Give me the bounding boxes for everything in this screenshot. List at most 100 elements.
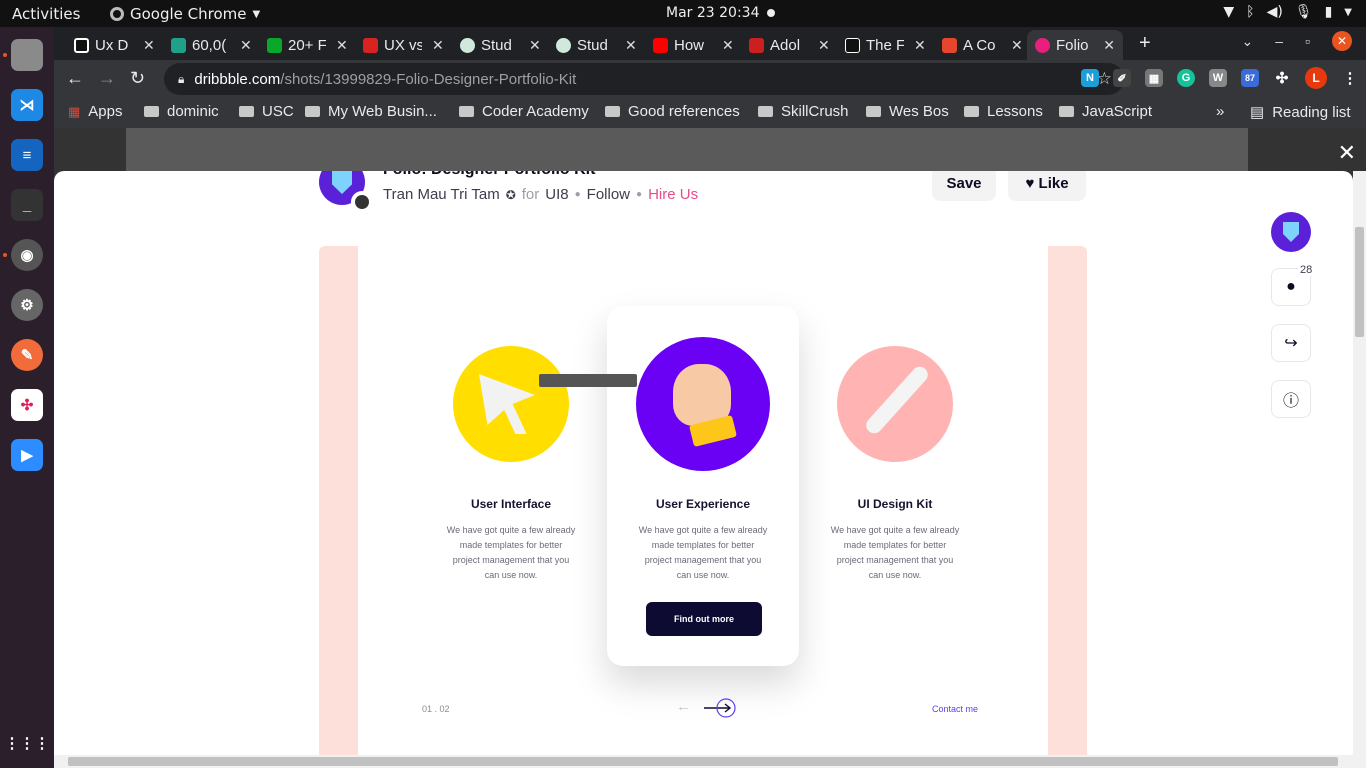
- clock[interactable]: Mar 23 20:34: [666, 5, 759, 21]
- show-apps-icon[interactable]: ⋮⋮⋮: [5, 727, 50, 759]
- close-icon[interactable]: ✕: [914, 37, 926, 54]
- activities-button[interactable]: Activities: [12, 5, 80, 23]
- bookmark-folder[interactable]: JavaScript: [1059, 103, 1152, 120]
- save-button[interactable]: Save: [932, 171, 996, 201]
- author-avatar[interactable]: [319, 171, 373, 213]
- info-button[interactable]: ⓘ: [1271, 380, 1311, 418]
- back-button[interactable]: ←: [66, 68, 84, 89]
- bookmark-folder[interactable]: Good references: [605, 103, 740, 120]
- scrollbar-thumb[interactable]: [68, 757, 1338, 766]
- tab-favicon: [653, 37, 668, 53]
- tab-9[interactable]: A Co ✕: [934, 30, 1031, 60]
- microphone-icon: 🎙︎: [1294, 4, 1313, 20]
- extension-icon[interactable]: W: [1209, 69, 1227, 87]
- hire-us-link[interactable]: Hire Us: [648, 186, 698, 203]
- folder-icon: [866, 106, 881, 117]
- files-icon[interactable]: [11, 39, 43, 71]
- bookmark-folder[interactable]: Wes Bos: [866, 103, 949, 120]
- pro-icon: ✪: [505, 187, 516, 202]
- slack-icon[interactable]: ✣: [11, 389, 43, 421]
- close-icon[interactable]: ✕: [240, 37, 252, 54]
- like-button[interactable]: ♥ Like: [1008, 171, 1086, 201]
- bookmark-folder[interactable]: dominic: [144, 103, 219, 120]
- minimize-button[interactable]: –: [1275, 33, 1283, 49]
- tab-6[interactable]: How ✕: [645, 30, 742, 60]
- eyedropper-icon[interactable]: ✐: [1113, 69, 1131, 87]
- close-icon[interactable]: ✕: [1011, 37, 1023, 54]
- bookmark-folder[interactable]: My Web Busin...: [305, 103, 437, 120]
- window-controls: ⌄ – ▫ ✕: [1242, 31, 1352, 51]
- feature-title: User Interface: [470, 497, 552, 511]
- close-icon[interactable]: ✕: [143, 37, 155, 54]
- more-bookmarks-button[interactable]: »: [1216, 103, 1224, 120]
- tab-3[interactable]: UX vs ✕: [355, 30, 452, 60]
- share-button[interactable]: ↪: [1271, 324, 1311, 362]
- reload-button[interactable]: ↻: [130, 68, 145, 89]
- bookmark-folder[interactable]: USC: [239, 103, 294, 120]
- bookmark-folder[interactable]: SkillCrush: [758, 103, 849, 120]
- postman-icon[interactable]: ✎: [11, 339, 43, 371]
- shot-modal: Folio: Designer Portfolio Kit Tran Mau T…: [54, 171, 1353, 755]
- close-icon[interactable]: ✕: [625, 37, 637, 54]
- scrollbar-thumb[interactable]: [1355, 227, 1364, 337]
- shot-image[interactable]: User Interface We have got quite a few a…: [319, 246, 1087, 755]
- running-indicator: [3, 253, 7, 257]
- bookmark-folder[interactable]: Lessons: [964, 103, 1043, 120]
- window-close-button[interactable]: ✕: [1332, 31, 1352, 51]
- new-tab-button[interactable]: +: [1139, 32, 1151, 55]
- maximize-button[interactable]: ▫: [1305, 33, 1310, 49]
- tab-title: Stud: [577, 36, 608, 54]
- close-icon[interactable]: ✕: [432, 37, 444, 54]
- extension-icon[interactable]: N: [1081, 69, 1099, 87]
- bookmark-label: SkillCrush: [781, 103, 849, 120]
- info-icon: ⓘ: [1282, 393, 1299, 410]
- zoom-icon[interactable]: ▶: [11, 439, 43, 471]
- vertical-scrollbar[interactable]: [1353, 171, 1366, 755]
- chrome-icon[interactable]: ◉: [11, 239, 43, 271]
- forward-button[interactable]: →: [98, 68, 116, 89]
- menu-icon[interactable]: ⋮: [1341, 69, 1359, 87]
- tab-10-active[interactable]: Folio ✕: [1027, 30, 1123, 60]
- team-link[interactable]: UI8: [545, 186, 568, 203]
- settings-icon[interactable]: ⚙: [11, 289, 43, 321]
- reading-list-button[interactable]: ▤ Reading list: [1250, 103, 1351, 122]
- author-avatar[interactable]: [1271, 212, 1311, 252]
- grammarly-icon[interactable]: G: [1177, 69, 1195, 87]
- comment-icon: ●: [1286, 278, 1296, 295]
- close-icon[interactable]: ✕: [1103, 37, 1115, 54]
- apps-bookmark[interactable]: ▦ Apps: [68, 103, 123, 120]
- tab-search-icon[interactable]: ⌄: [1242, 33, 1254, 50]
- extension-badge[interactable]: 87: [1241, 69, 1259, 87]
- tab-title: How: [674, 36, 705, 54]
- tab-1[interactable]: 60,0(✕: [163, 30, 260, 60]
- address-bar[interactable]: 🔒︎ dribbble.com/shots/13999829-Folio-Des…: [164, 63, 1124, 95]
- puzzle-icon[interactable]: ✣: [1273, 69, 1291, 87]
- horizontal-scrollbar[interactable]: [54, 755, 1366, 768]
- bookmark-folder[interactable]: Coder Academy: [459, 103, 589, 120]
- tab-4[interactable]: Stud ✕: [452, 30, 549, 60]
- tab-8[interactable]: The F ✕: [837, 30, 934, 60]
- system-tray[interactable]: ▼ ᛒ ◀) 🎙︎ ▮ ▼: [1223, 4, 1352, 20]
- follow-link[interactable]: Follow: [587, 186, 630, 203]
- app-menu[interactable]: Google Chrome ▼: [110, 5, 260, 23]
- close-icon[interactable]: ✕: [336, 37, 348, 54]
- writer-icon[interactable]: ≡: [11, 139, 43, 171]
- feature-description: We have got quite a few already made tem…: [830, 525, 960, 580]
- close-icon[interactable]: ✕: [529, 37, 541, 54]
- tab-2[interactable]: 20+ F ✕: [259, 30, 356, 60]
- tab-7[interactable]: Adol ✕: [741, 30, 838, 60]
- extension-icon[interactable]: ▦: [1145, 69, 1163, 87]
- tab-5[interactable]: Stud ✕: [548, 30, 645, 60]
- close-icon[interactable]: ✕: [818, 37, 830, 54]
- vscode-icon[interactable]: ⋊: [11, 89, 43, 121]
- bookmark-label: Wes Bos: [889, 103, 949, 120]
- close-icon[interactable]: ✕: [1338, 140, 1356, 166]
- terminal-icon[interactable]: _: [11, 189, 43, 221]
- comment-count: 28: [1298, 264, 1315, 276]
- chrome-icon: [110, 7, 124, 21]
- author-name[interactable]: Tran Mau Tri Tam: [383, 186, 500, 203]
- close-icon[interactable]: ✕: [722, 37, 734, 54]
- profile-avatar[interactable]: L: [1305, 67, 1327, 89]
- tab-0[interactable]: Ux D ✕: [66, 30, 163, 60]
- tab-favicon: [267, 37, 282, 53]
